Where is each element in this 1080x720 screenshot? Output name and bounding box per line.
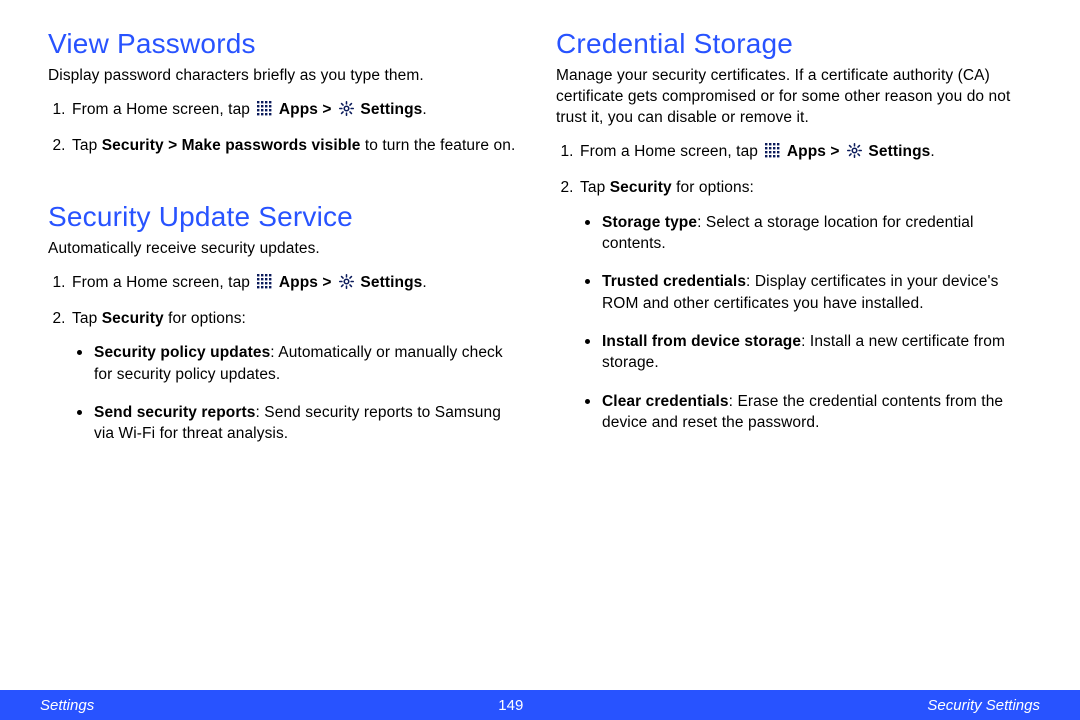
bullet-bold: Trusted credentials bbox=[602, 273, 746, 290]
bullet-list: Security policy updates: Automatically o… bbox=[72, 339, 524, 445]
bullet-item: Install from device storage: Install a n… bbox=[602, 328, 1032, 374]
step-suffix: . bbox=[422, 101, 426, 118]
settings-gear-icon bbox=[846, 142, 863, 165]
step-item: From a Home screen, tap Apps > Settings. bbox=[70, 99, 524, 123]
step-text: From a Home screen, tap bbox=[72, 101, 254, 118]
page-footer: Settings 149 Security Settings bbox=[0, 690, 1080, 720]
bullet-list: Storage type: Select a storage location … bbox=[580, 209, 1032, 434]
intro-security-update: Automatically receive security updates. bbox=[48, 239, 524, 260]
bullet-bold: Clear credentials bbox=[602, 393, 729, 410]
apps-grid-icon bbox=[764, 142, 781, 165]
bold-security: Security bbox=[610, 179, 672, 196]
step-suffix: for options: bbox=[164, 310, 246, 327]
page-content: View Passwords Display password characte… bbox=[0, 0, 1080, 690]
step-suffix: . bbox=[930, 143, 934, 160]
bullet-item: Trusted credentials: Display certificate… bbox=[602, 268, 1032, 314]
steps-security-update: From a Home screen, tap Apps > Settings.… bbox=[48, 272, 524, 445]
step-suffix: . bbox=[422, 274, 426, 291]
heading-credential-storage: Credential Storage bbox=[556, 28, 1032, 60]
bullet-bold: Install from device storage bbox=[602, 333, 801, 350]
step-item: From a Home screen, tap Apps > Settings. bbox=[70, 272, 524, 296]
intro-credential-storage: Manage your security certificates. If a … bbox=[556, 66, 1032, 129]
step-text: Tap bbox=[580, 179, 610, 196]
bullet-item: Storage type: Select a storage location … bbox=[602, 209, 1032, 255]
steps-view-passwords: From a Home screen, tap Apps > Settings.… bbox=[48, 99, 524, 157]
intro-view-passwords: Display password characters briefly as y… bbox=[48, 66, 524, 87]
footer-left: Settings bbox=[40, 697, 94, 714]
bold-settings: Settings bbox=[868, 143, 930, 160]
bold-settings: Settings bbox=[360, 274, 422, 291]
bullet-bold: Security policy updates bbox=[94, 344, 270, 361]
footer-right: Security Settings bbox=[927, 697, 1040, 714]
step-text: Tap bbox=[72, 310, 102, 327]
step-item: Tap Security > Make passwords visible to… bbox=[70, 135, 524, 156]
right-column: Credential Storage Manage your security … bbox=[556, 28, 1032, 680]
steps-credential-storage: From a Home screen, tap Apps > Settings.… bbox=[556, 141, 1032, 434]
heading-view-passwords: View Passwords bbox=[48, 28, 524, 60]
step-text: From a Home screen, tap bbox=[72, 274, 254, 291]
settings-gear-icon bbox=[338, 100, 355, 123]
bold-security: Security bbox=[102, 310, 164, 327]
bullet-item: Send security reports: Send security rep… bbox=[94, 399, 524, 445]
bold-settings: Settings bbox=[360, 101, 422, 118]
step-suffix: for options: bbox=[672, 179, 754, 196]
bullet-item: Security policy updates: Automatically o… bbox=[94, 339, 524, 385]
bold-path: Security > Make passwords visible bbox=[102, 137, 361, 154]
step-suffix: to turn the feature on. bbox=[360, 137, 515, 154]
apps-grid-icon bbox=[256, 100, 273, 123]
bold-apps: Apps > bbox=[279, 274, 336, 291]
step-item: Tap Security for options: Storage type: … bbox=[578, 177, 1032, 433]
bold-apps: Apps > bbox=[787, 143, 844, 160]
step-item: Tap Security for options: Security polic… bbox=[70, 308, 524, 445]
left-column: View Passwords Display password characte… bbox=[48, 28, 524, 680]
bold-apps: Apps > bbox=[279, 101, 336, 118]
heading-security-update: Security Update Service bbox=[48, 201, 524, 233]
bullet-bold: Send security reports bbox=[94, 404, 255, 421]
bullet-bold: Storage type bbox=[602, 214, 697, 231]
step-text: From a Home screen, tap bbox=[580, 143, 762, 160]
apps-grid-icon bbox=[256, 273, 273, 296]
settings-gear-icon bbox=[338, 273, 355, 296]
step-text: Tap bbox=[72, 137, 102, 154]
step-item: From a Home screen, tap Apps > Settings. bbox=[578, 141, 1032, 165]
bullet-item: Clear credentials: Erase the credential … bbox=[602, 388, 1032, 434]
footer-page-number: 149 bbox=[498, 697, 523, 714]
